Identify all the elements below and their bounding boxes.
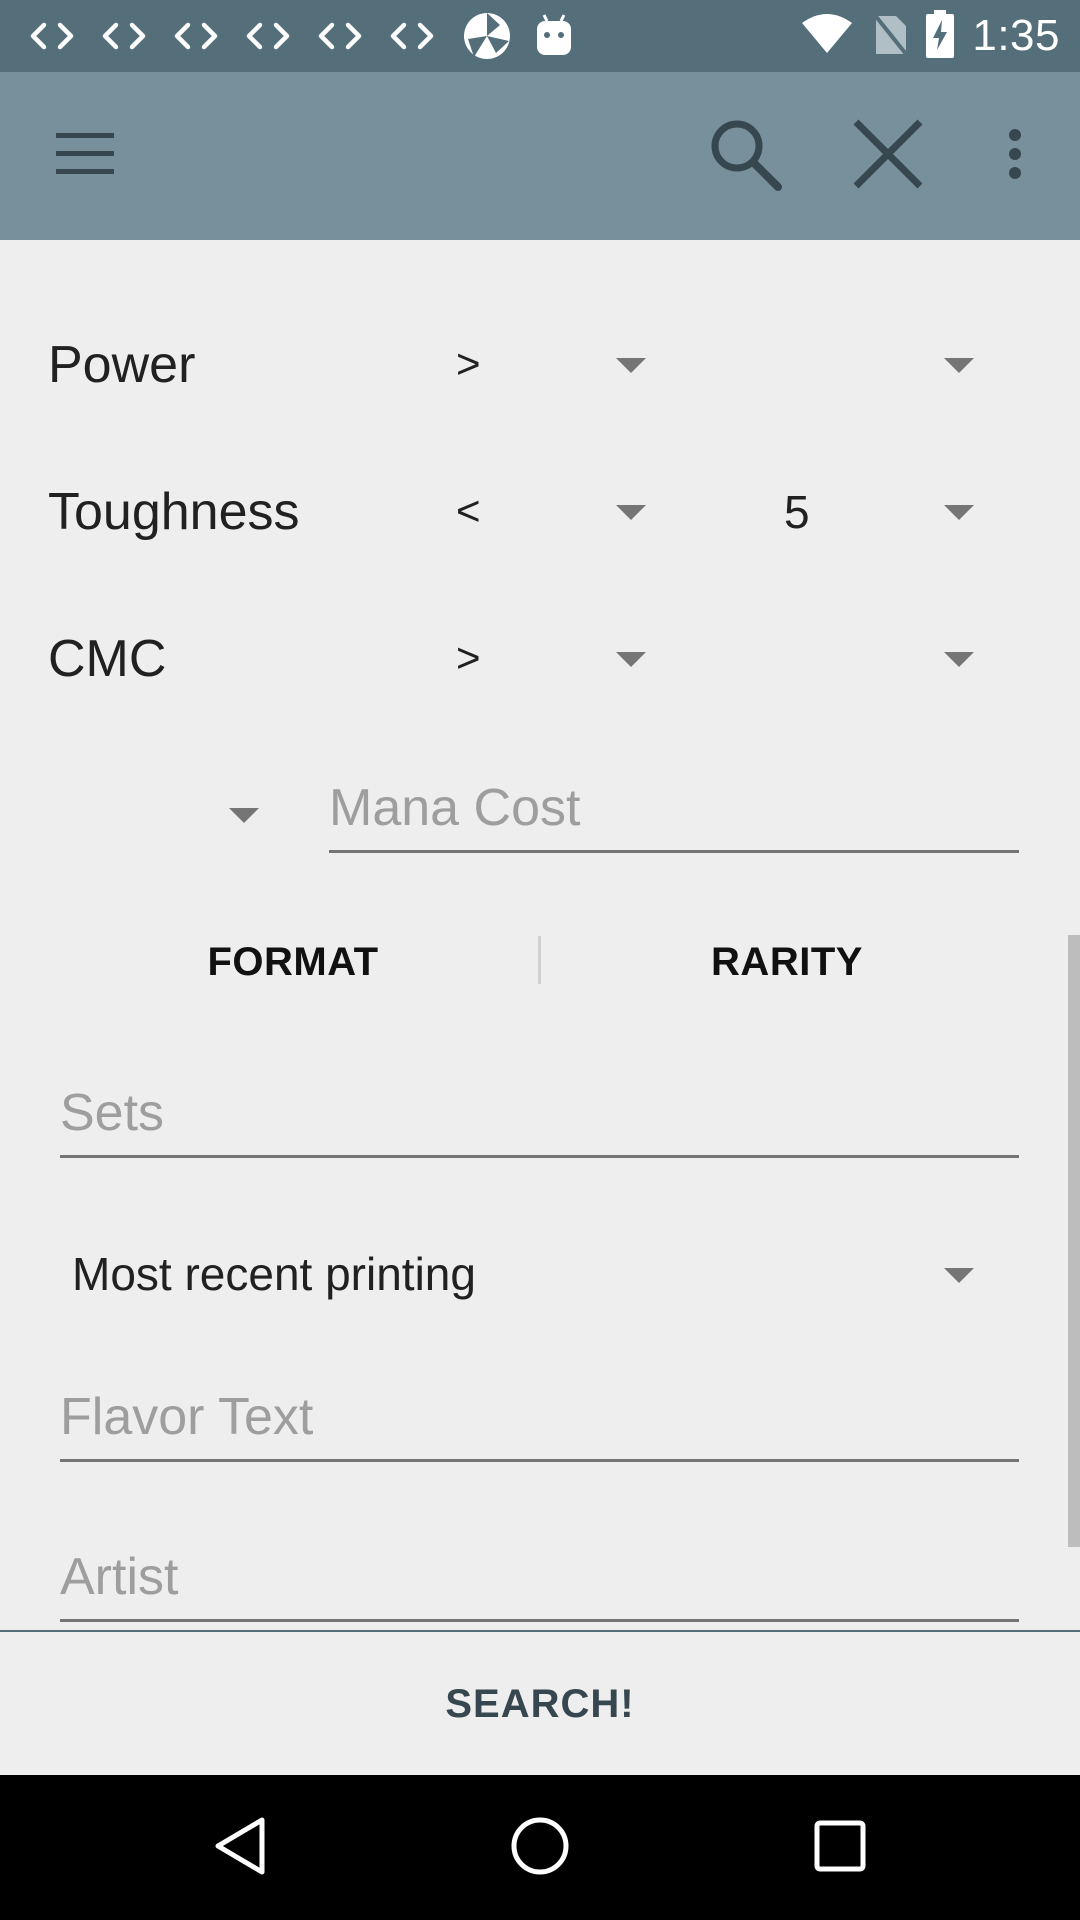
cmc-value-spinner[interactable] bbox=[760, 614, 990, 704]
recents-icon bbox=[814, 1820, 866, 1876]
wifi-icon bbox=[800, 13, 854, 59]
dropdown-arrow-icon bbox=[944, 505, 974, 520]
battery-charging-icon bbox=[926, 10, 955, 62]
navigation-bar bbox=[0, 1775, 1080, 1920]
sets-placeholder: Sets bbox=[60, 1084, 165, 1142]
power-operator-value: > bbox=[456, 340, 481, 387]
search-bar: SEARCH! bbox=[0, 1630, 1080, 1777]
cmc-operator-spinner[interactable]: > bbox=[440, 614, 660, 704]
search-submit-button[interactable]: SEARCH! bbox=[445, 1682, 634, 1727]
clear-button[interactable] bbox=[833, 72, 943, 240]
code-icon bbox=[30, 10, 102, 62]
recents-button[interactable] bbox=[760, 1775, 920, 1920]
code-icon bbox=[102, 10, 174, 62]
toughness-operator-value: < bbox=[456, 487, 481, 534]
no-sim-icon bbox=[872, 12, 908, 60]
artist-field[interactable]: Artist bbox=[60, 1529, 1019, 1622]
clock: 1:35 bbox=[972, 11, 1060, 60]
dropdown-arrow-icon bbox=[944, 1268, 974, 1283]
status-bar: 1:35 bbox=[0, 0, 1080, 72]
android-icon bbox=[534, 10, 606, 62]
back-button[interactable] bbox=[160, 1775, 320, 1920]
menu-button[interactable] bbox=[30, 72, 140, 240]
mana-cost-placeholder: Mana Cost bbox=[329, 779, 581, 837]
toughness-value: 5 bbox=[784, 486, 810, 538]
code-icon bbox=[390, 10, 462, 62]
dropdown-arrow-icon bbox=[616, 505, 646, 520]
search-icon bbox=[708, 117, 782, 195]
overflow-menu-button[interactable] bbox=[980, 72, 1050, 240]
divider bbox=[538, 936, 541, 984]
mana-cost-comparison-spinner[interactable] bbox=[200, 770, 300, 860]
dropdown-arrow-icon bbox=[944, 358, 974, 373]
toughness-value-spinner[interactable]: 5 bbox=[760, 467, 990, 557]
toughness-operator-spinner[interactable]: < bbox=[440, 467, 660, 557]
code-icon bbox=[318, 10, 390, 62]
toughness-label: Toughness bbox=[48, 483, 300, 541]
mana-cost-field[interactable]: Mana Cost bbox=[329, 760, 1019, 853]
cmc-operator-value: > bbox=[456, 634, 481, 681]
dropdown-arrow-icon bbox=[944, 652, 974, 667]
rarity-button[interactable]: RARITY bbox=[584, 912, 990, 1012]
scrollbar[interactable] bbox=[1068, 935, 1080, 1547]
code-icon bbox=[246, 10, 318, 62]
cmc-label: CMC bbox=[48, 630, 167, 688]
back-icon bbox=[212, 1816, 268, 1880]
notification-icons bbox=[30, 10, 606, 62]
printing-selected: Most recent printing bbox=[72, 1248, 476, 1300]
flavor-text-placeholder: Flavor Text bbox=[60, 1388, 314, 1446]
power-operator-spinner[interactable]: > bbox=[440, 320, 660, 410]
close-icon bbox=[852, 118, 924, 194]
artist-placeholder: Artist bbox=[60, 1548, 179, 1606]
code-icon bbox=[174, 10, 246, 62]
toolbar bbox=[0, 72, 1080, 240]
sets-field[interactable]: Sets bbox=[60, 1065, 1019, 1158]
menu-icon bbox=[56, 133, 114, 179]
printing-spinner[interactable]: Most recent printing bbox=[48, 1220, 990, 1330]
dropdown-arrow-icon bbox=[616, 652, 646, 667]
search-button[interactable] bbox=[690, 72, 800, 240]
home-icon bbox=[510, 1816, 570, 1880]
more-vert-icon bbox=[1008, 129, 1022, 183]
format-button[interactable]: FORMAT bbox=[90, 912, 496, 1012]
system-status: 1:35 bbox=[800, 8, 1060, 64]
flavor-text-field[interactable]: Flavor Text bbox=[60, 1369, 1019, 1462]
home-button[interactable] bbox=[460, 1775, 620, 1920]
power-value-spinner[interactable] bbox=[760, 320, 990, 410]
dropdown-arrow-icon bbox=[229, 808, 259, 823]
search-form: Power > Toughness < 5 CMC > Mana Cost FO… bbox=[0, 240, 1080, 1630]
power-label: Power bbox=[48, 336, 196, 394]
pinwheel-icon bbox=[462, 10, 534, 62]
dropdown-arrow-icon bbox=[616, 358, 646, 373]
